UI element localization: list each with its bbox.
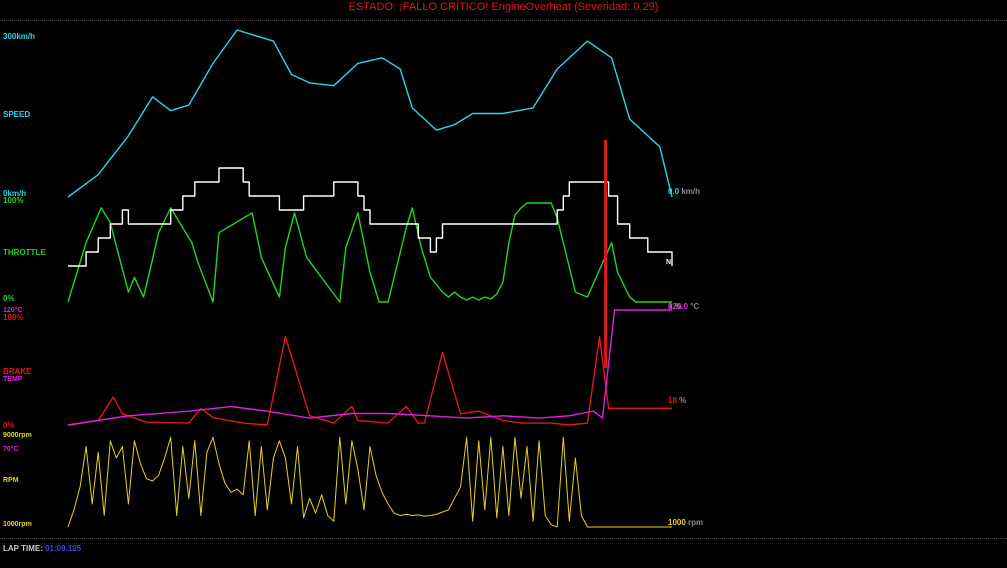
telemetry-canvas bbox=[67, 29, 673, 528]
rpm-current-value: 1000 bbox=[668, 518, 686, 527]
rpm-current-readout: 1000 rpm bbox=[668, 518, 703, 527]
throttle-max-label: 100% bbox=[3, 196, 24, 205]
throttle-min-label: 0% bbox=[3, 294, 15, 303]
rpm-min-label: 1000rpm bbox=[3, 521, 32, 528]
speed-current-unit: km/h bbox=[681, 187, 701, 196]
brake-current-unit: % bbox=[679, 396, 687, 405]
speed-series-line bbox=[67, 29, 673, 198]
bottom-divider bbox=[0, 538, 1007, 539]
speed-axis-label: SPEED bbox=[3, 110, 31, 119]
speed-max-label: 300km/h bbox=[3, 32, 36, 41]
rpm-current-unit: rpm bbox=[688, 518, 704, 527]
gear-series-line bbox=[68, 167, 673, 267]
status-banner: ESTADO: ¡FALLO CRÍTICO! EngineOverheat (… bbox=[0, 1, 1007, 13]
lap-time-label: LAP TIME: bbox=[3, 544, 43, 553]
brake-series-line bbox=[67, 335, 672, 426]
temp-series-line bbox=[67, 309, 672, 426]
rpm-axis-label: RPM bbox=[3, 477, 19, 484]
throttle-axis-label: THROTTLE bbox=[3, 248, 46, 257]
brake-axis-label: BRAKE bbox=[3, 367, 32, 376]
temp-min-label: 70°C bbox=[3, 446, 19, 453]
speed-current-value: 0.0 bbox=[668, 187, 680, 196]
temp-current-readout: 120.0 °C bbox=[668, 302, 699, 311]
brake-current-value: 18 bbox=[668, 396, 677, 405]
lap-time: LAP TIME: 01:09.125 bbox=[3, 544, 81, 553]
brake-min-label: 0% bbox=[3, 421, 15, 430]
temp-current-value: 120.0 bbox=[668, 302, 689, 311]
temp-current-unit: °C bbox=[690, 302, 700, 311]
brake-current-readout: 18 % bbox=[668, 396, 686, 405]
status-text: ESTADO: ¡FALLO CRÍTICO! EngineOverheat (… bbox=[348, 1, 659, 13]
lap-time-value: 01:09.125 bbox=[45, 544, 82, 553]
gear-current-label: N bbox=[666, 259, 672, 266]
rpm-max-label: 9000rpm bbox=[3, 432, 32, 439]
speed-current-readout: 0.0 km/h bbox=[668, 187, 700, 196]
brake-max-label: 100% bbox=[3, 313, 24, 322]
playhead-marker[interactable] bbox=[604, 140, 608, 368]
temp-axis-label: TEMP bbox=[3, 376, 23, 383]
top-divider bbox=[0, 20, 1007, 21]
rpm-series-line bbox=[67, 436, 672, 528]
